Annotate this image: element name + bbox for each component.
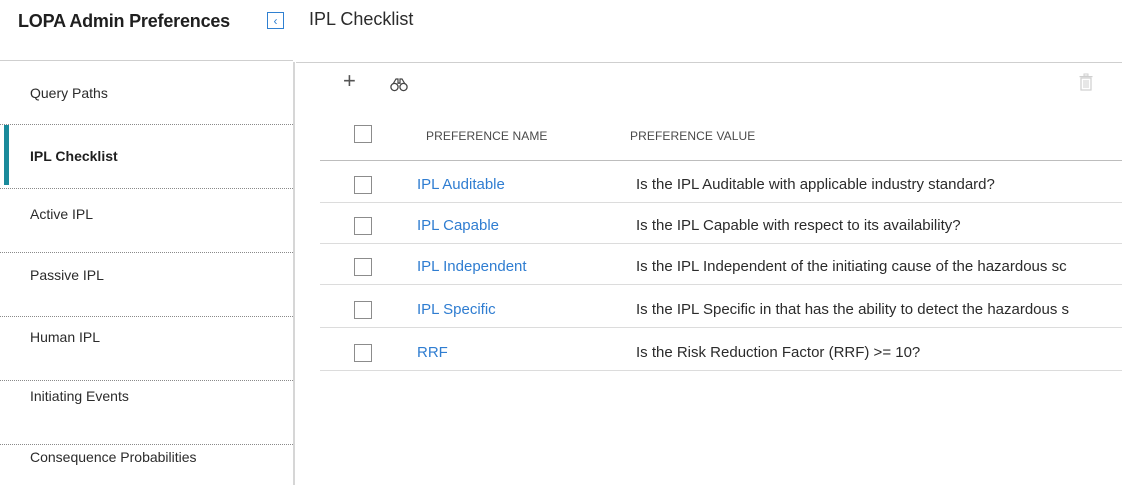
table-row: IPL Specific Is the IPL Specific in that…	[320, 292, 1122, 328]
sidebar-item-label: Query Paths	[30, 85, 108, 101]
sidebar-item-passive-ipl[interactable]: Passive IPL	[0, 253, 293, 317]
row-checkbox[interactable]	[354, 217, 372, 235]
active-indicator	[4, 125, 9, 185]
preference-value: Is the IPL Auditable with applicable ind…	[636, 176, 995, 193]
sidebar-item-label: Passive IPL	[30, 267, 104, 283]
preference-value: Is the Risk Reduction Factor (RRF) >= 10…	[636, 344, 921, 361]
sidebar-item-label: Active IPL	[30, 206, 94, 222]
sidebar-item-initiating-events[interactable]: Initiating Events	[0, 381, 293, 445]
table-row: IPL Auditable Is the IPL Auditable with …	[320, 167, 1122, 203]
preference-value: Is the IPL Specific in that has the abil…	[636, 301, 1070, 318]
sidebar-item-human-ipl[interactable]: Human IPL	[0, 317, 293, 381]
table-header: PREFERENCE NAME PREFERENCE VALUE	[320, 112, 1122, 161]
sidebar-item-label: IPL Checklist	[30, 148, 118, 164]
sidebar-item-active-ipl[interactable]: Active IPL	[0, 189, 293, 253]
row-checkbox[interactable]	[354, 301, 372, 319]
preference-value: Is the IPL Independent of the initiating…	[636, 258, 1067, 275]
preference-name-link[interactable]: IPL Auditable	[417, 176, 505, 193]
table-row: IPL Capable Is the IPL Capable with resp…	[320, 208, 1122, 244]
sidebar-item-ipl-checklist[interactable]: IPL Checklist	[0, 125, 293, 189]
trash-icon[interactable]	[1079, 73, 1093, 91]
preference-value: Is the IPL Capable with respect to its a…	[636, 217, 961, 234]
binoculars-icon[interactable]	[390, 78, 408, 92]
divider	[296, 62, 1122, 63]
sidebar-item-label: Initiating Events	[30, 388, 129, 404]
table-row: RRF Is the Risk Reduction Factor (RRF) >…	[320, 335, 1122, 371]
row-checkbox[interactable]	[354, 344, 372, 362]
table-row: IPL Independent Is the IPL Independent o…	[320, 249, 1122, 285]
row-checkbox[interactable]	[354, 258, 372, 276]
column-header-preference-value[interactable]: PREFERENCE VALUE	[630, 129, 755, 143]
preference-name-link[interactable]: IPL Capable	[417, 217, 499, 234]
divider	[293, 62, 295, 485]
preference-name-link[interactable]: RRF	[417, 344, 448, 361]
sidebar-item-label: Human IPL	[30, 329, 101, 345]
sidebar: Query Paths IPL Checklist Active IPL Pas…	[0, 61, 293, 485]
collapse-sidebar-button[interactable]: ‹	[267, 12, 284, 29]
select-all-checkbox[interactable]	[354, 125, 372, 143]
row-checkbox[interactable]	[354, 176, 372, 194]
preference-name-link[interactable]: IPL Specific	[417, 301, 496, 318]
page-header: LOPA Admin Preferences ‹ IPL Checklist	[0, 0, 1130, 44]
app-title: LOPA Admin Preferences	[18, 11, 230, 31]
sidebar-item-query-paths[interactable]: Query Paths	[0, 61, 293, 125]
chevron-left-icon: ‹	[273, 13, 278, 28]
sidebar-item-consequence-probabilities[interactable]: Consequence Probabilities	[0, 445, 293, 485]
preference-name-link[interactable]: IPL Independent	[417, 258, 527, 275]
plus-icon[interactable]: +	[343, 70, 356, 92]
sidebar-item-label: Consequence Probabilities	[30, 449, 197, 465]
column-header-preference-name[interactable]: PREFERENCE NAME	[426, 129, 548, 143]
page-title: IPL Checklist	[309, 9, 414, 29]
